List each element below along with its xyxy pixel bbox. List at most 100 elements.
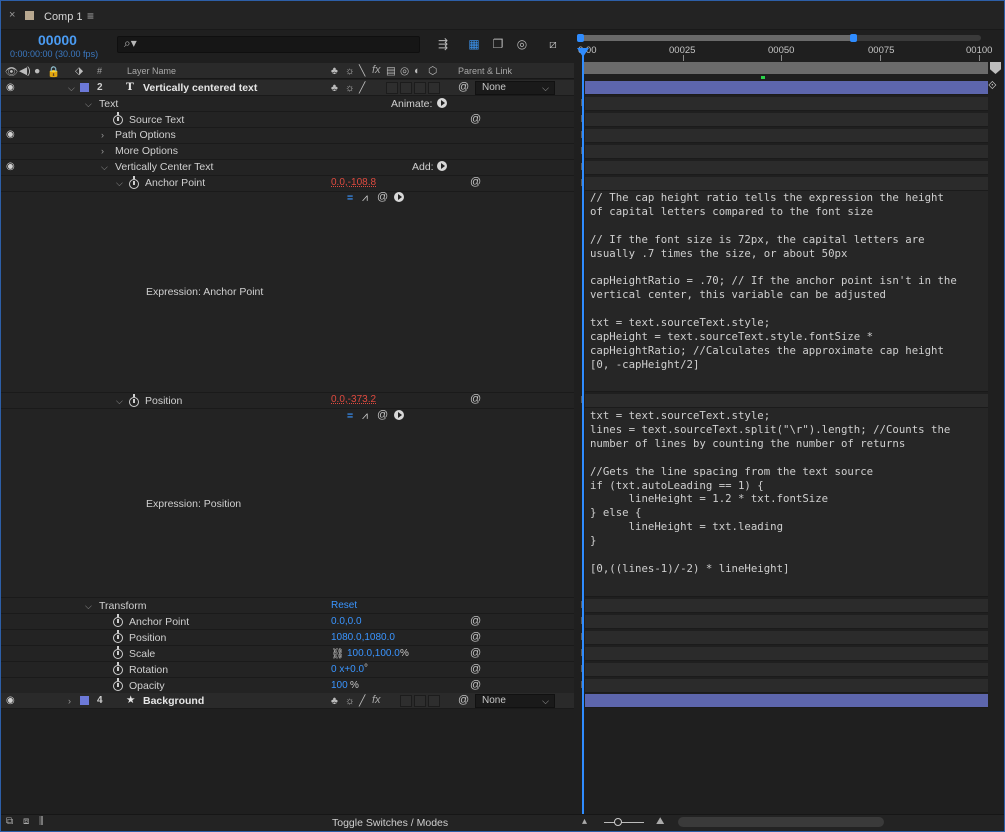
- expression-enable-icon[interactable]: =: [347, 410, 353, 422]
- zoom-in-icon[interactable]: ⛰: [656, 816, 664, 827]
- current-time-indicator[interactable]: [582, 48, 584, 814]
- comp-tab-title[interactable]: Comp 1: [44, 11, 83, 23]
- stopwatch-icon[interactable]: [129, 176, 139, 189]
- layer-out-point-icon[interactable]: ⟐: [988, 80, 997, 93]
- pick-whip-icon[interactable]: @: [470, 631, 481, 643]
- eye-icon[interactable]: ◉: [6, 83, 18, 93]
- chevron-right-icon[interactable]: ›: [68, 696, 71, 706]
- close-tab-icon[interactable]: ×: [9, 9, 15, 21]
- shy-switch-icon[interactable]: ♣: [331, 65, 338, 77]
- zoom-slider-knob[interactable]: [614, 818, 622, 826]
- layer-duration-bar[interactable]: [585, 694, 988, 708]
- time-navigator-end-handle[interactable]: [850, 34, 857, 42]
- graph-editor-icon[interactable]: ⧄: [545, 37, 561, 51]
- current-time-display[interactable]: 00000: [38, 32, 77, 48]
- switch-box[interactable]: [400, 695, 412, 707]
- quality-switch-icon[interactable]: ╲: [359, 65, 365, 77]
- adjustment-switch-icon[interactable]: ◐: [414, 65, 420, 77]
- parent-select[interactable]: None ⌵: [475, 694, 555, 708]
- switch-box[interactable]: [414, 82, 426, 94]
- effects-switch-icon[interactable]: fx: [372, 64, 381, 76]
- zoom-slider-track[interactable]: [604, 822, 644, 823]
- comp-flowchart-icon[interactable]: ⇶: [435, 37, 451, 51]
- motion-blur-icon[interactable]: ◎: [514, 37, 530, 51]
- column-number[interactable]: #: [97, 66, 102, 76]
- video-switch-icon[interactable]: 👁: [5, 65, 18, 78]
- constrain-proportions-icon[interactable]: ⛓: [331, 647, 344, 660]
- pick-whip-icon[interactable]: @: [470, 663, 481, 675]
- expression-code-position[interactable]: txt = text.sourceText.style; lines = tex…: [590, 409, 950, 576]
- column-layer-name[interactable]: Layer Name: [127, 66, 176, 76]
- layer-search-input[interactable]: [117, 36, 420, 53]
- property-value[interactable]: 100: [331, 680, 348, 691]
- chevron-down-icon[interactable]: ⌵: [116, 178, 123, 189]
- quality-switch-icon[interactable]: ╱: [359, 695, 365, 707]
- eye-icon[interactable]: ◉: [6, 162, 18, 172]
- expression-pick-whip-icon[interactable]: @: [377, 409, 388, 421]
- frame-blending-icon[interactable]: ❐: [490, 37, 506, 51]
- work-area-bar[interactable]: [583, 62, 988, 74]
- pick-whip-icon[interactable]: @: [470, 113, 481, 125]
- toggle-switches-modes-button[interactable]: Toggle Switches / Modes: [332, 817, 448, 829]
- stopwatch-icon[interactable]: [113, 112, 123, 125]
- in-out-pane-icon[interactable]: ⫼: [39, 816, 44, 827]
- label-tag-icon[interactable]: ⬗: [75, 65, 83, 77]
- pick-whip-icon[interactable]: @: [458, 81, 469, 93]
- draft-3d-icon[interactable]: ▦: [466, 37, 482, 51]
- 3d-layer-switch-icon[interactable]: ⬡: [428, 65, 437, 77]
- eye-icon[interactable]: ◉: [6, 696, 18, 706]
- switch-box[interactable]: [400, 82, 412, 94]
- property-value[interactable]: 0.0,0.0: [331, 616, 362, 627]
- pick-whip-icon[interactable]: @: [470, 176, 481, 188]
- switch-box[interactable]: [428, 695, 440, 707]
- pick-whip-icon[interactable]: @: [470, 393, 481, 405]
- panel-menu-icon[interactable]: ≡: [87, 9, 94, 23]
- shy-switch-icon[interactable]: ♣: [331, 82, 338, 94]
- pick-whip-icon[interactable]: @: [458, 694, 469, 706]
- layer-switches-pane-icon[interactable]: ⧉: [6, 816, 13, 827]
- animate-menu-button[interactable]: [437, 98, 447, 108]
- pick-whip-icon[interactable]: @: [470, 647, 481, 659]
- layer-name[interactable]: Vertically centered text: [143, 82, 257, 94]
- zoom-out-icon[interactable]: ▴: [582, 816, 587, 827]
- column-parent-link[interactable]: Parent & Link: [458, 66, 512, 76]
- switch-box[interactable]: [386, 82, 398, 94]
- lock-switch-icon[interactable]: 🔒: [47, 65, 60, 78]
- shy-switch-icon[interactable]: ♣: [331, 695, 338, 707]
- quality-switch-icon[interactable]: ╱: [359, 82, 365, 94]
- expression-pick-whip-icon[interactable]: @: [377, 191, 388, 203]
- effects-switch-icon[interactable]: fx: [372, 694, 381, 706]
- chevron-down-icon[interactable]: ⌵: [68, 83, 75, 94]
- property-value[interactable]: 1080.0,1080.0: [331, 632, 395, 643]
- stopwatch-icon[interactable]: [113, 646, 123, 659]
- property-value[interactable]: 0.0,-108.8: [331, 177, 376, 188]
- horizontal-scrollbar[interactable]: [678, 817, 884, 827]
- stopwatch-icon[interactable]: [129, 394, 139, 407]
- audio-switch-icon[interactable]: ◀): [19, 65, 31, 77]
- property-value[interactable]: 100.0,100.0: [347, 648, 400, 659]
- pick-whip-icon[interactable]: @: [470, 679, 481, 691]
- chevron-right-icon[interactable]: ›: [101, 130, 104, 140]
- expression-code-anchor[interactable]: // The cap height ratio tells the expres…: [590, 191, 957, 372]
- chevron-right-icon[interactable]: ›: [101, 146, 104, 156]
- expression-language-menu-button[interactable]: [394, 410, 404, 420]
- stopwatch-icon[interactable]: [113, 630, 123, 643]
- time-navigator-range[interactable]: [580, 35, 853, 41]
- expression-language-menu-button[interactable]: [394, 192, 404, 202]
- eye-icon[interactable]: ◉: [6, 130, 18, 140]
- property-value[interactable]: 0.0,-373.2: [331, 394, 376, 405]
- stopwatch-icon[interactable]: [113, 678, 123, 691]
- expression-graph-icon[interactable]: ⩘: [362, 192, 368, 205]
- collapse-switch-icon[interactable]: ☼: [345, 82, 355, 94]
- add-menu-button[interactable]: [437, 161, 447, 171]
- property-value[interactable]: 0 x+0.0: [331, 664, 364, 675]
- frame-blend-switch-icon[interactable]: ▤: [386, 65, 396, 77]
- work-area-end-handle[interactable]: [990, 62, 1001, 74]
- collapse-switch-icon[interactable]: ☼: [345, 695, 355, 707]
- layer-name[interactable]: Background: [143, 695, 204, 707]
- collapse-switch-icon[interactable]: ☼: [345, 65, 355, 77]
- stopwatch-icon[interactable]: [113, 662, 123, 675]
- motion-blur-switch-icon[interactable]: ◎: [400, 65, 409, 77]
- chevron-down-icon[interactable]: ⌵: [101, 162, 108, 173]
- switch-box[interactable]: [428, 82, 440, 94]
